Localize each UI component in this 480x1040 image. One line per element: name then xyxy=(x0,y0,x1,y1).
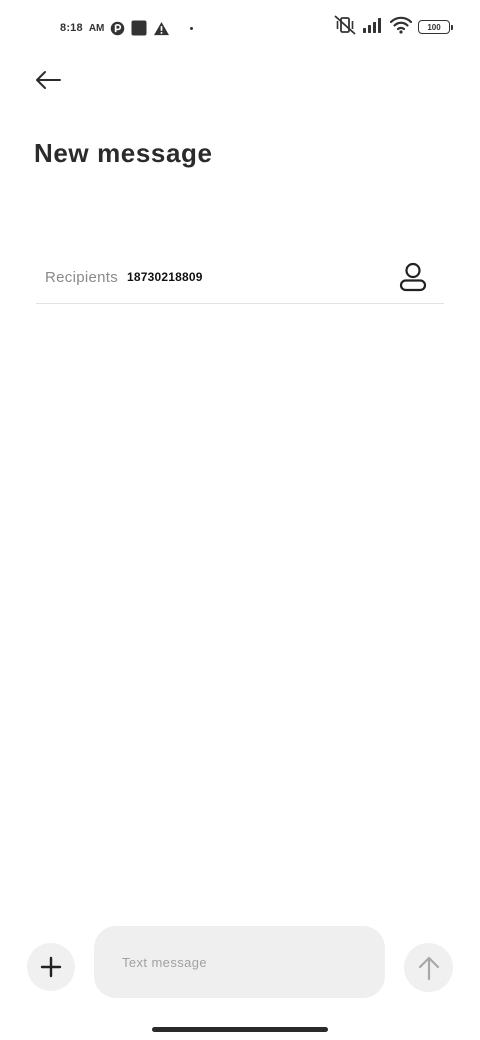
status-bar-left: 8:18 AM xyxy=(60,18,194,38)
plus-icon xyxy=(40,956,62,978)
arrow-left-icon xyxy=(36,71,61,89)
new-message-screen: 8:18 AM 100 New message Recipients 18730… xyxy=(0,0,480,1040)
recipient-label: Recipients xyxy=(45,269,119,286)
message-text-input[interactable] xyxy=(94,926,385,998)
warning-icon xyxy=(153,21,170,36)
recipient-field[interactable]: Recipients 18730218809 xyxy=(36,252,444,304)
more-notifications-dot xyxy=(190,26,194,30)
signal-icon xyxy=(362,17,384,38)
square-app-icon xyxy=(131,20,147,36)
contact-person-icon xyxy=(399,262,427,292)
send-button[interactable] xyxy=(404,943,453,992)
status-bar-right: 100 xyxy=(334,14,453,40)
app-notification-icon xyxy=(110,21,125,36)
status-ampm: AM xyxy=(88,22,105,34)
vibrate-off-icon xyxy=(334,14,356,40)
status-bar: 8:18 AM 100 xyxy=(0,0,480,56)
add-attachment-button[interactable] xyxy=(27,943,75,991)
arrow-up-icon xyxy=(418,956,439,980)
battery-icon: 100 xyxy=(418,20,453,34)
status-time: 8:18 xyxy=(60,22,83,34)
recipient-number[interactable]: 18730218809 xyxy=(127,270,203,284)
battery-level: 100 xyxy=(427,22,441,32)
back-button[interactable] xyxy=(26,60,70,100)
page-title: New message xyxy=(34,138,213,168)
wifi-icon xyxy=(389,16,413,39)
contact-picker-button[interactable] xyxy=(396,260,430,294)
home-indicator[interactable] xyxy=(152,1027,328,1032)
